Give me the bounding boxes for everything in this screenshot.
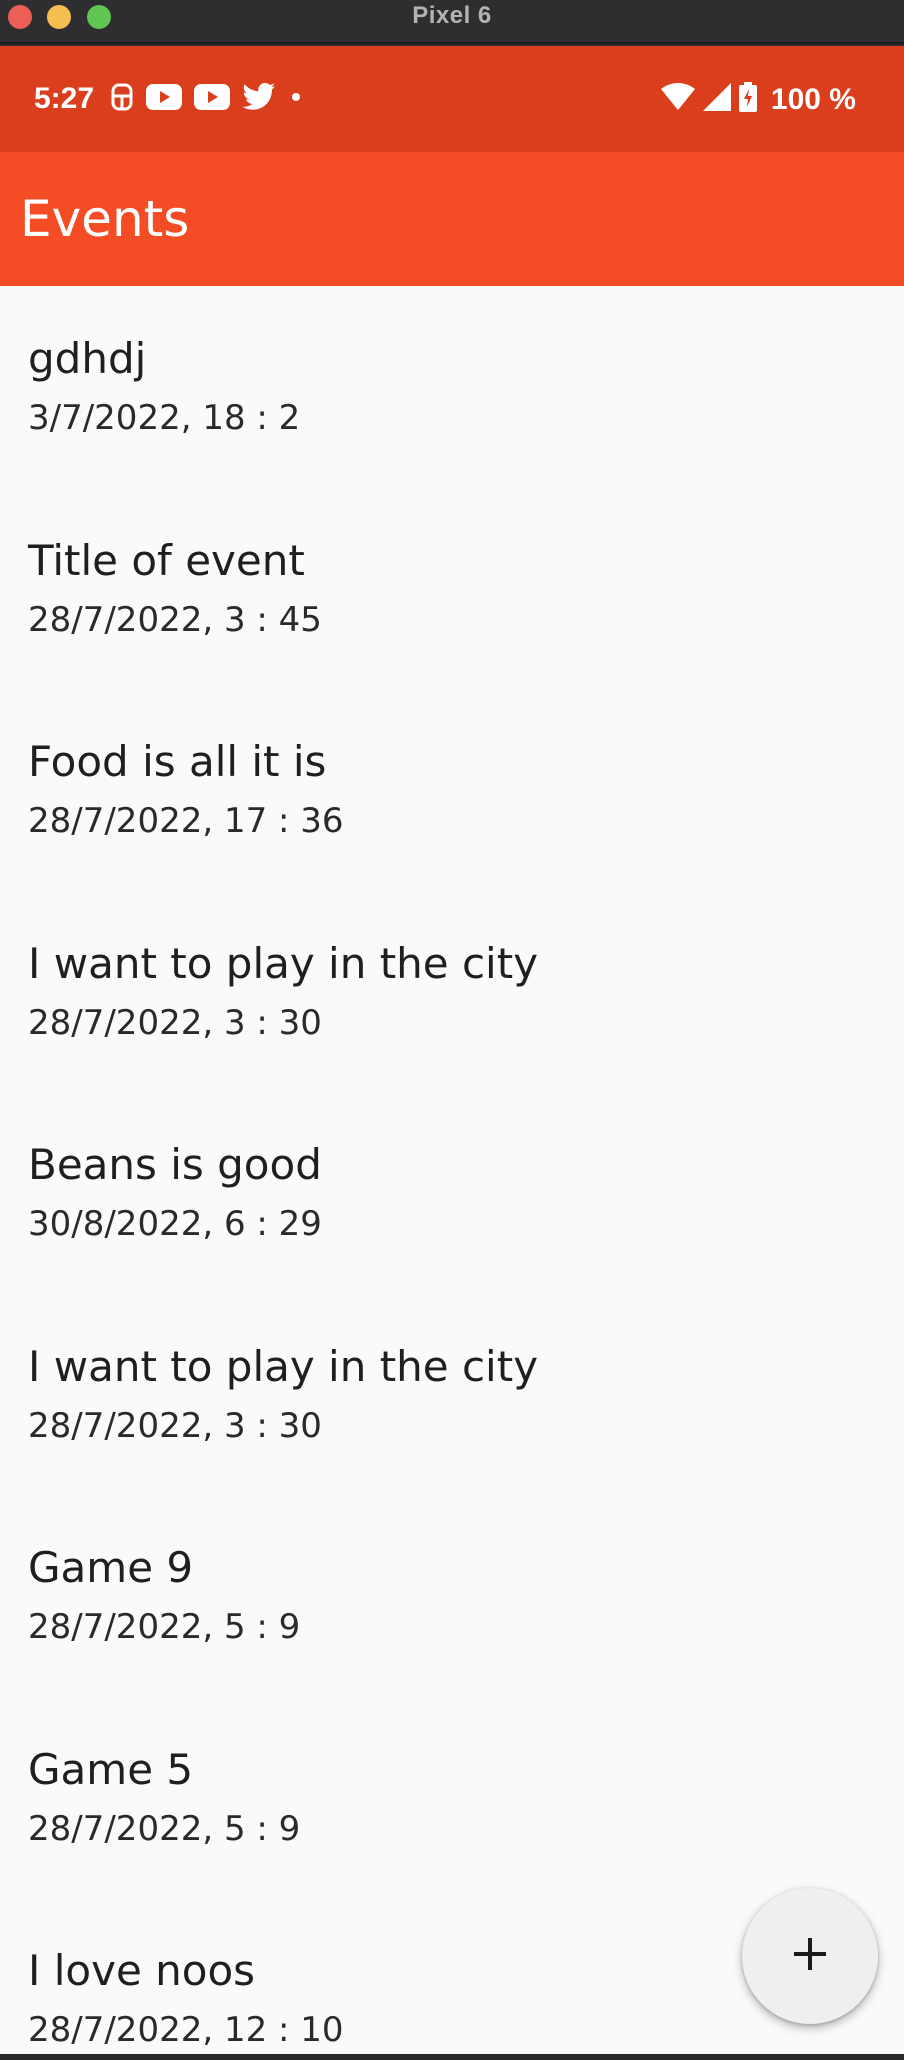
event-title: gdhdj — [28, 334, 147, 383]
dot-icon — [288, 89, 304, 110]
battery-percentage: 100 % — [770, 82, 856, 116]
list-item[interactable]: I want to play in the city 28/7/2022, 3 … — [0, 1294, 904, 1496]
add-event-button[interactable] — [742, 1888, 878, 2024]
page-title: Events — [20, 190, 190, 248]
status-time: 5:27 — [34, 82, 95, 115]
youtube-icon — [146, 84, 182, 115]
event-title: Title of event — [28, 535, 305, 585]
list-item[interactable]: Game 5 28/7/2022, 5 : 9 — [0, 1697, 904, 1899]
battery-charging-icon — [738, 82, 757, 117]
list-item[interactable]: gdhdj 3/7/2022, 18 : 2 — [0, 286, 904, 488]
event-date: 28/7/2022, 12 : 10 — [28, 2010, 344, 2050]
notification-icon — [110, 82, 134, 117]
wifi-icon — [660, 83, 695, 116]
add-icon — [790, 1934, 830, 1979]
event-title: Food is all it is — [28, 737, 327, 786]
list-item[interactable]: Title of event 28/7/2022, 3 : 45 — [0, 488, 904, 690]
app-bar: Events — [0, 152, 904, 286]
event-list: gdhdj 3/7/2022, 18 : 2 Title of event 28… — [0, 286, 904, 2060]
event-date: 28/7/2022, 3 : 30 — [28, 1405, 322, 1446]
event-date: 28/7/2022, 17 : 36 — [28, 801, 344, 841]
event-title: I want to play in the city — [28, 938, 539, 988]
system-status-icons: 100 % — [660, 82, 856, 117]
list-item[interactable]: Beans is good 30/8/2022, 6 : 29 — [0, 1092, 904, 1294]
twitter-icon — [242, 83, 276, 116]
event-date: 30/8/2022, 6 : 29 — [28, 1204, 322, 1244]
window-title: Pixel 6 — [412, 2, 492, 29]
event-date: 28/7/2022, 3 : 30 — [28, 1002, 322, 1043]
event-date: 28/7/2022, 3 : 45 — [28, 599, 322, 640]
event-title: Beans is good — [28, 1140, 322, 1189]
youtube-icon — [194, 84, 230, 115]
event-date: 28/7/2022, 5 : 9 — [28, 1808, 301, 1849]
event-title: Game 5 — [28, 1744, 194, 1794]
list-item[interactable]: Food is all it is 28/7/2022, 17 : 36 — [0, 689, 904, 891]
events-list-container[interactable]: gdhdj 3/7/2022, 18 : 2 Title of event 28… — [0, 286, 904, 2060]
signal-icon — [702, 83, 731, 116]
notification-icons — [110, 82, 304, 117]
event-date: 3/7/2022, 18 : 2 — [28, 398, 301, 438]
emulator-title-bar: Pixel 6 — [0, 0, 904, 44]
list-item[interactable]: Game 9 28/7/2022, 5 : 9 — [0, 1495, 904, 1697]
event-date: 28/7/2022, 5 : 9 — [28, 1607, 301, 1647]
event-title: I want to play in the city — [28, 1341, 539, 1391]
status-bar: 5:27 100 % — [0, 46, 904, 152]
event-title: Game 9 — [28, 1543, 194, 1592]
window-bottom-edge — [0, 2054, 904, 2060]
list-item[interactable]: I want to play in the city 28/7/2022, 3 … — [0, 891, 904, 1093]
